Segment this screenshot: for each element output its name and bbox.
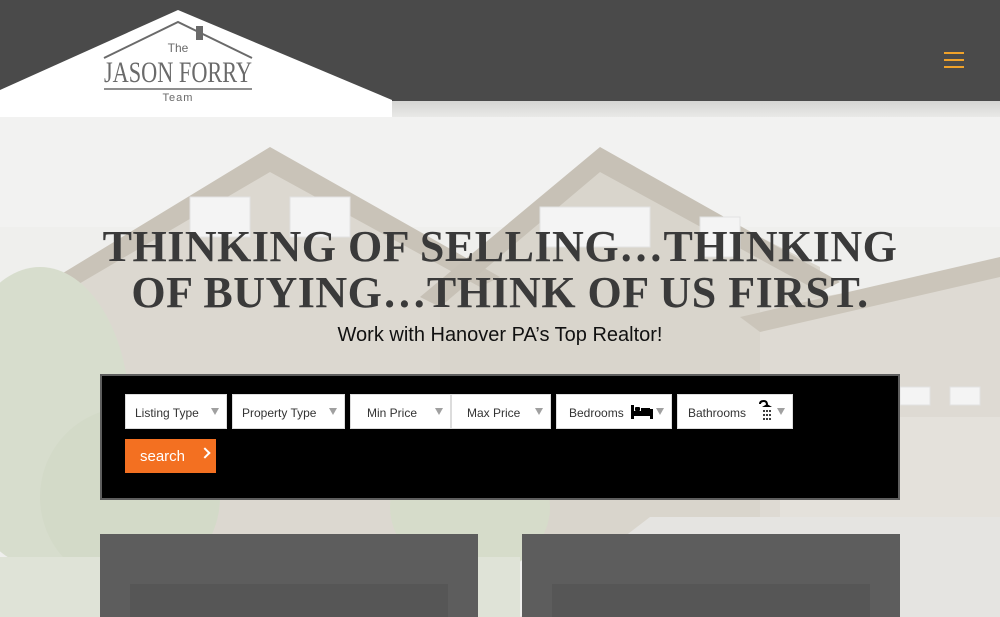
bedrooms-select[interactable]: Bedrooms <box>556 394 672 429</box>
card-image <box>130 584 448 617</box>
card-image <box>552 584 870 617</box>
bathrooms-select[interactable]: Bathrooms <box>677 394 793 429</box>
chevron-down-icon <box>211 408 219 415</box>
chevron-down-icon <box>777 408 785 415</box>
hero-title-line2: OF BUYING…THINK OF US FIRST. <box>131 268 869 317</box>
listing-type-select[interactable]: Listing Type <box>125 394 227 429</box>
search-button-label: search <box>140 448 186 465</box>
hero-title-line1: THINKING OF SELLING…THINKING <box>102 222 898 271</box>
site-logo[interactable]: The JASON FORRY Team <box>0 0 392 117</box>
max-price-label: Max Price <box>467 406 521 420</box>
max-price-select[interactable]: Max Price <box>451 394 551 429</box>
bedrooms-label: Bedrooms <box>569 406 624 420</box>
property-type-label: Property Type <box>242 406 317 420</box>
shower-icon <box>759 400 772 420</box>
chevron-down-icon <box>535 408 543 415</box>
chevron-down-icon <box>329 408 337 415</box>
min-price-label: Min Price <box>367 406 418 420</box>
property-search-panel: Listing Type Property Type Min Price Max… <box>100 374 900 500</box>
hamburger-icon[interactable] <box>944 52 964 68</box>
logo-main-text: JASON FORRY <box>104 56 252 89</box>
property-type-select[interactable]: Property Type <box>232 394 345 429</box>
feature-card-left[interactable] <box>100 534 478 617</box>
chevron-down-icon <box>435 408 443 415</box>
logo-top-text: The <box>168 41 189 55</box>
hero-subtitle: Work with Hanover PA’s Top Realtor! <box>337 324 663 346</box>
listing-type-label: Listing Type <box>135 406 199 420</box>
feature-card-right[interactable] <box>522 534 900 617</box>
hero-title: THINKING OF SELLING…THINKING OF BUYING…T… <box>100 224 900 316</box>
bed-icon <box>631 405 653 419</box>
hero-section: THINKING OF SELLING…THINKING OF BUYING…T… <box>0 117 1000 617</box>
min-price-select[interactable]: Min Price <box>350 394 451 429</box>
bathrooms-label: Bathrooms <box>688 406 747 420</box>
search-button[interactable]: search <box>125 439 216 473</box>
chevron-down-icon <box>656 408 664 415</box>
logo-bottom-text: Team <box>163 92 194 104</box>
chevron-right-icon <box>199 447 211 459</box>
